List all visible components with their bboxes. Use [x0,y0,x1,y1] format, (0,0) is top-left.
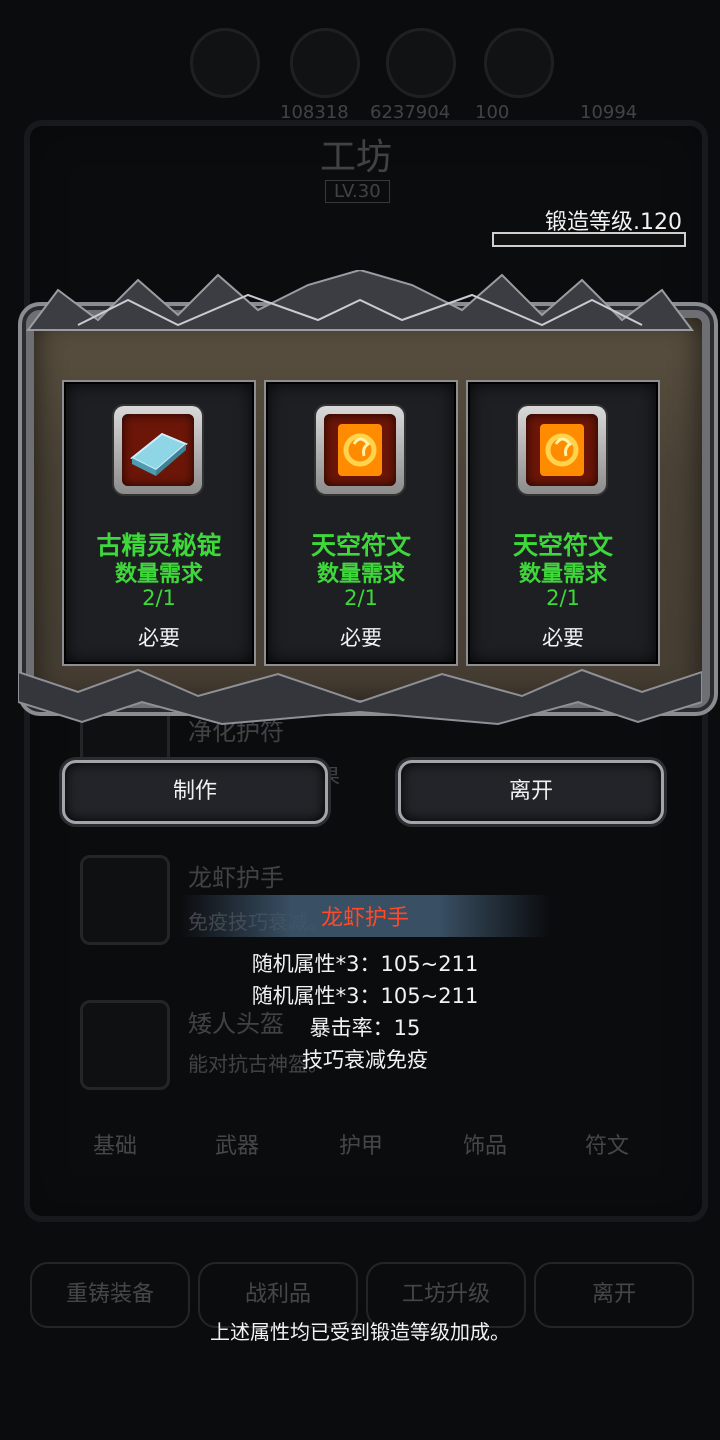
resource-icon [290,28,360,98]
material-count: 2/1 [546,586,580,610]
material-required-label: 必要 [138,626,180,650]
material-dialog: 古精灵秘锭 数量需求 2/1 必要 天空符文 数量需求 2/1 必要 天空符文 … [18,270,710,730]
fire-rune-icon [540,424,584,476]
tooltip-stat: 技巧衰减免疫 [302,1048,428,1072]
resource-value: 100 [475,102,510,123]
tab-weapon: 武器 [214,1134,259,1159]
resource-value: 108318 [280,102,349,123]
tooltip-title: 龙虾护手 [320,906,409,931]
workshop-title: 工坊 [320,137,393,178]
craft-button[interactable]: 制作 [62,760,328,824]
forge-level-progress-bar [492,232,686,247]
fire-rune-icon [338,424,382,476]
tab-rune: 符文 [584,1134,629,1159]
tooltip-stat: 随机属性*3：105~211 [251,984,479,1008]
material-requirement-label: 数量需求 [518,562,607,587]
material-requirement-label: 数量需求 [114,562,203,587]
silver-ingot-icon [130,432,188,476]
tooltip-stat: 暴击率：15 [309,1016,421,1040]
forge-bonus-note: 上述属性均已受到锻造等级加成。 [210,1320,510,1344]
material-requirement-label: 数量需求 [316,562,405,587]
item-name: 龙虾护手 [188,864,284,892]
material-icon-frame [518,406,606,494]
material-card: 天空符文 数量需求 2/1 必要 [466,380,660,666]
material-required-label: 必要 [542,626,584,650]
material-icon-frame [316,406,404,494]
tab-basic: 基础 [92,1134,137,1159]
material-card: 古精灵秘锭 数量需求 2/1 必要 [62,380,256,666]
tab-armor: 护甲 [338,1134,383,1159]
resource-icon [386,28,456,98]
ornate-frame-bottom [18,668,702,726]
resource-icon [484,28,554,98]
resource-value: 10994 [580,102,638,123]
material-required-label: 必要 [340,626,382,650]
material-card: 天空符文 数量需求 2/1 必要 [264,380,458,666]
item-icon [80,855,170,945]
workshop-level-badge: LV.30 [325,180,390,203]
ornate-frame-top [26,270,694,331]
material-count: 2/1 [142,586,176,610]
tooltip-stat: 随机属性*3：105~211 [251,952,479,976]
item-icon [80,1000,170,1090]
tab-accessory: 饰品 [462,1134,507,1159]
resource-icon [190,28,260,98]
resource-value: 6237904 [370,102,451,123]
material-icon-frame [114,406,202,494]
material-count: 2/1 [344,586,378,610]
leave-button[interactable]: 离开 [398,760,664,824]
